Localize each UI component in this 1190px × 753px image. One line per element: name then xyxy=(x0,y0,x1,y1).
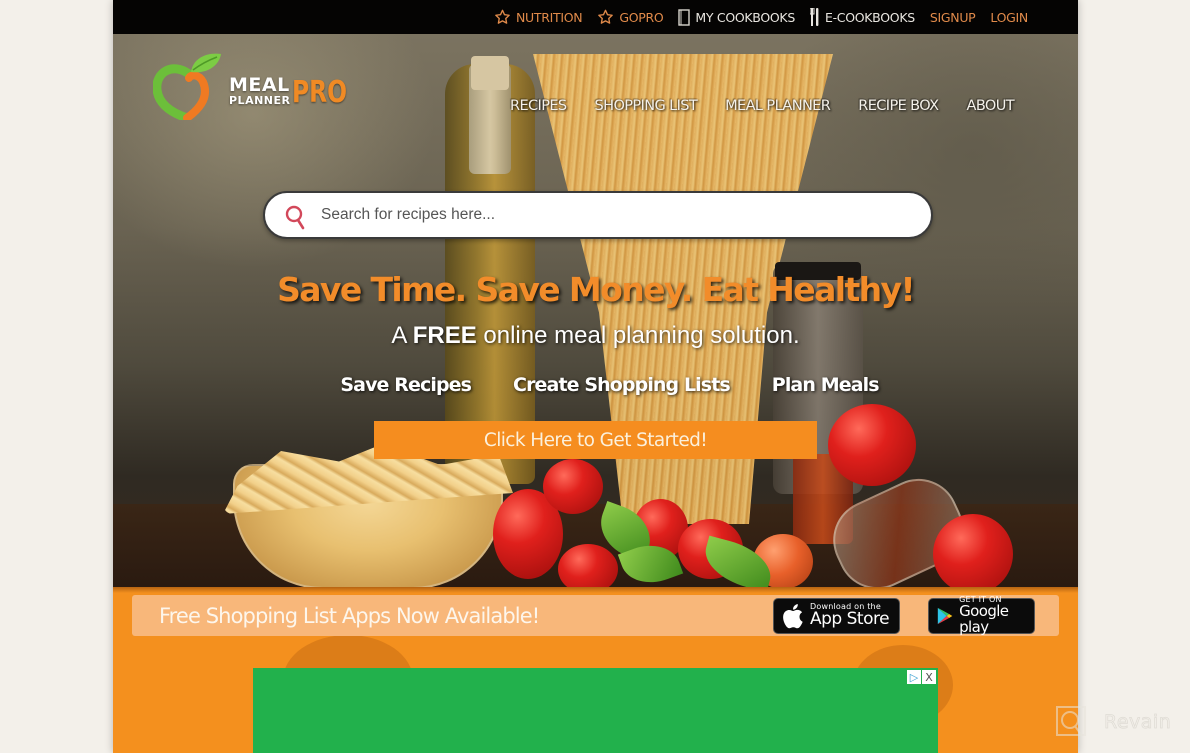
logo-planner-text: PLANNER xyxy=(229,94,291,107)
section-shadow xyxy=(113,587,1078,593)
my-cookbooks-label: MY COOKBOOKS xyxy=(695,9,795,25)
app-store-big-text: App Store xyxy=(810,608,890,629)
feature-list: Save Recipes Create Shopping Lists Plan … xyxy=(113,374,1078,396)
revain-logo-icon xyxy=(1056,706,1086,737)
e-cookbooks-label: E-COOKBOOKS xyxy=(824,9,915,25)
app-store-button[interactable]: Download on the App Store xyxy=(773,597,900,634)
table-surface-decoration xyxy=(113,504,1078,587)
apps-banner-text: Free Shopping List Apps Now Available! xyxy=(159,603,540,628)
tomato-decoration xyxy=(493,489,563,579)
revain-watermark: Revain xyxy=(1056,706,1171,738)
nav-meal-planner[interactable]: MEAL PLANNER xyxy=(725,98,831,114)
star-icon xyxy=(597,9,614,25)
basil-leaf-decoration xyxy=(617,535,684,587)
cork-decoration xyxy=(471,56,509,90)
feature-create-shopping-lists: Create Shopping Lists xyxy=(513,374,731,396)
pasta-bowl-decoration xyxy=(233,464,503,587)
login-link[interactable]: LOGIN xyxy=(990,10,1028,25)
apps-banner: Free Shopping List Apps Now Available! D… xyxy=(132,595,1059,636)
hero-subline: A FREE online meal planning solution. xyxy=(113,322,1078,350)
tomato-decoration xyxy=(558,544,618,587)
apple-logo-icon xyxy=(153,53,221,120)
meal-planner-pro-logo[interactable]: MEAL PLANNER PRO xyxy=(153,48,363,120)
google-play-button[interactable]: GET IT ON Google play xyxy=(928,595,1035,636)
subline-suffix: online meal planning solution. xyxy=(476,322,800,349)
main-nav: RECIPES SHOPPING LIST MEAL PLANNER RECIP… xyxy=(482,98,1015,114)
ad-controls: ▷ X xyxy=(907,670,936,684)
utensils-icon xyxy=(809,8,820,26)
nav-recipes[interactable]: RECIPES xyxy=(510,98,567,114)
nav-about[interactable]: ABOUT xyxy=(967,98,1015,114)
nutrition-label: NUTRITION xyxy=(515,9,583,25)
subline-prefix: A xyxy=(391,322,413,349)
spice-jar-decoration xyxy=(793,454,853,544)
tomato-decoration xyxy=(543,459,603,514)
recipe-search-input[interactable] xyxy=(321,206,881,224)
nutrition-link[interactable]: NUTRITION xyxy=(494,9,583,25)
tomato-decoration xyxy=(753,534,813,587)
search-icon[interactable] xyxy=(285,205,307,231)
nav-shopping-list[interactable]: SHOPPING LIST xyxy=(595,98,698,114)
basil-leaf-decoration xyxy=(699,535,777,587)
tomato-decoration xyxy=(678,519,743,579)
bottle-neck-decoration xyxy=(469,64,511,174)
google-play-icon xyxy=(937,607,953,624)
feature-plan-meals: Plan Meals xyxy=(771,374,880,396)
watermark-text: Revain xyxy=(1104,711,1172,734)
hero-section: MEAL PLANNER PRO RECIPES SHOPPING LIST M… xyxy=(113,34,1078,587)
tomato-decoration xyxy=(933,514,1013,587)
gopro-link[interactable]: GOPRO xyxy=(597,9,664,25)
recipe-search-bar xyxy=(263,191,933,239)
adchoices-icon[interactable]: ▷ xyxy=(907,670,921,684)
logo-pro-text: PRO xyxy=(292,75,348,110)
hero-headline: Save Time. Save Money. Eat Healthy! xyxy=(277,270,915,309)
gopro-label: GOPRO xyxy=(619,9,664,25)
get-started-button[interactable]: Click Here to Get Started! xyxy=(374,421,817,459)
star-icon xyxy=(494,9,511,25)
subline-free: FREE xyxy=(412,322,477,349)
e-cookbooks-link[interactable]: E-COOKBOOKS xyxy=(809,8,915,26)
my-cookbooks-link[interactable]: MY COOKBOOKS xyxy=(678,8,795,26)
basil-leaf-decoration xyxy=(591,500,660,563)
top-bar: NUTRITION GOPRO MY COOKBOOKS E-COOKBOOKS… xyxy=(113,0,1078,34)
tomato-decoration xyxy=(633,499,688,559)
tomato-decoration xyxy=(828,404,916,486)
book-icon xyxy=(678,8,691,26)
page-container: NUTRITION GOPRO MY COOKBOOKS E-COOKBOOKS… xyxy=(113,0,1078,753)
advertisement-banner[interactable]: ▷ X xyxy=(253,668,938,753)
apple-icon xyxy=(783,603,803,628)
glass-jar-decoration xyxy=(820,465,976,587)
nav-recipe-box[interactable]: RECIPE BOX xyxy=(858,98,939,114)
signup-link[interactable]: SIGNUP xyxy=(930,10,976,25)
ad-close-icon[interactable]: X xyxy=(922,670,936,684)
feature-save-recipes: Save Recipes xyxy=(340,374,472,396)
logo-meal-text: MEAL xyxy=(229,74,290,96)
google-play-big-text: Google play xyxy=(959,601,1009,636)
